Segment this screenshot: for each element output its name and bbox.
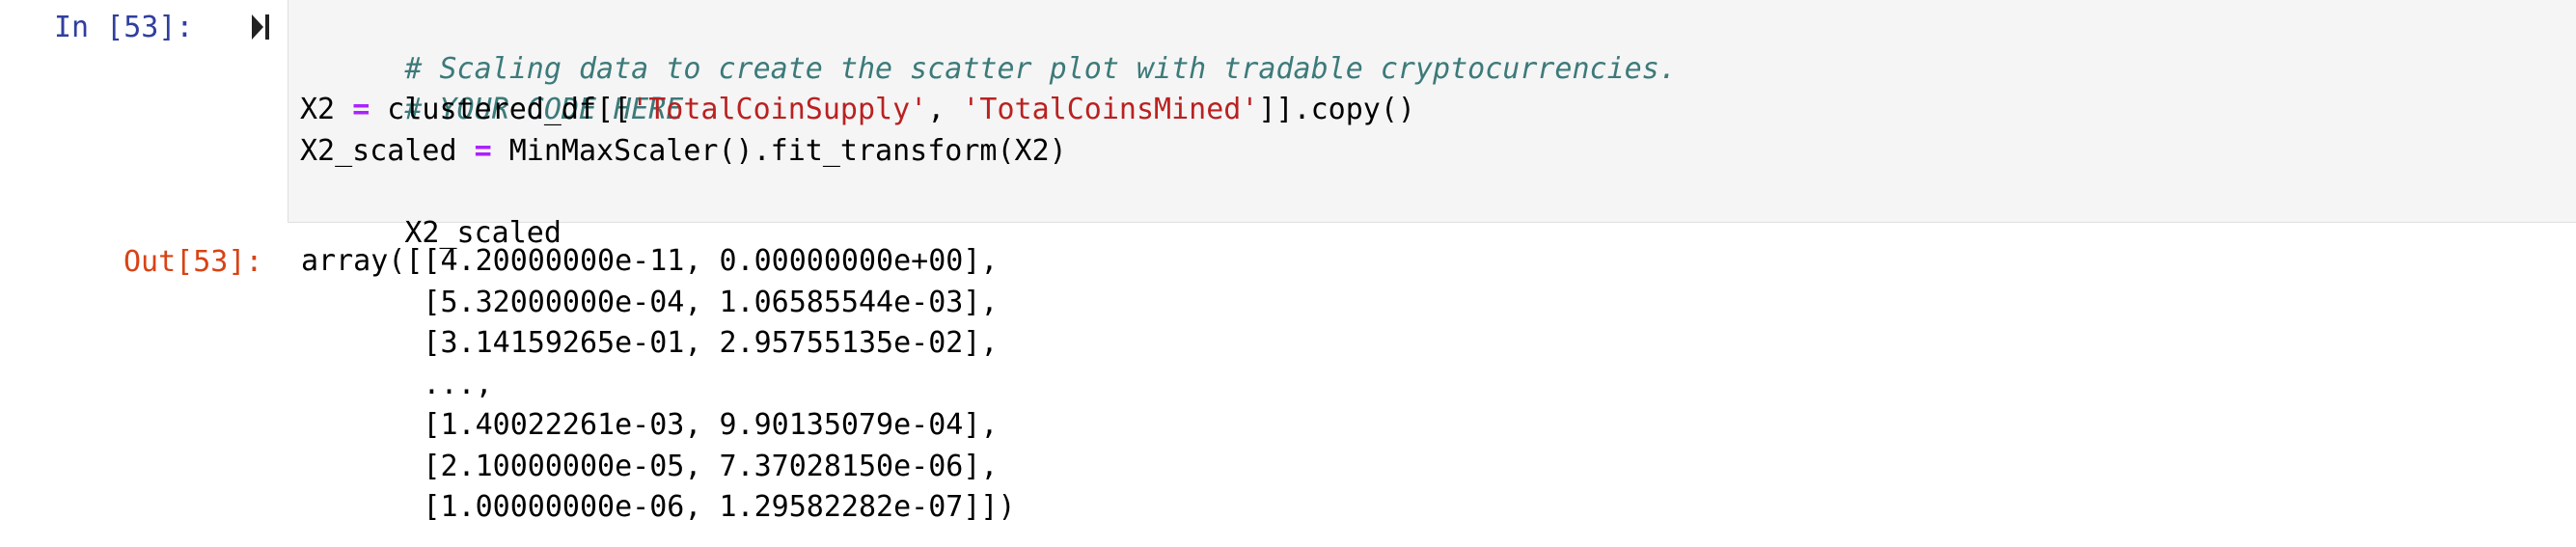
code-token: ]].copy() bbox=[1258, 93, 1415, 126]
output-line: [1.40022261e-03, 9.90135079e-04], bbox=[301, 408, 999, 442]
output-prompt: Out[53]: bbox=[123, 245, 263, 279]
code-string: 'TotalCoinsMined' bbox=[962, 93, 1259, 126]
output-line: ..., bbox=[301, 367, 493, 401]
code-input-editor[interactable]: # Scaling data to create the scatter plo… bbox=[288, 0, 2576, 250]
code-line-1: # Scaling data to create the scatter plo… bbox=[300, 8, 2576, 86]
code-string: 'TotalCoinSupply' bbox=[631, 93, 928, 126]
output-line: [3.14159265e-01, 2.95755135e-02], bbox=[301, 326, 999, 360]
notebook-cell: In [53]: # Scaling data to create the sc… bbox=[0, 0, 2576, 547]
output-line: [2.10000000e-05, 7.37028150e-06], bbox=[301, 449, 999, 483]
output-line: [1.00000000e-06, 1.29582282e-07]]) bbox=[301, 490, 1016, 524]
code-operator: = bbox=[474, 133, 492, 168]
cell-output: array([[4.20000000e-11, 0.00000000e+00],… bbox=[301, 241, 2520, 529]
code-operator: = bbox=[352, 93, 370, 126]
code-comment: # Scaling data to create the scatter plo… bbox=[404, 51, 1677, 86]
output-line: array([[4.20000000e-11, 0.00000000e+00], bbox=[301, 244, 999, 278]
code-token: X2_scaled bbox=[300, 133, 475, 168]
code-token: X2 bbox=[300, 93, 353, 126]
code-token: clustered_df[[ bbox=[370, 93, 632, 126]
output-line: [5.32000000e-04, 1.06585544e-03], bbox=[301, 285, 999, 319]
input-prompt: In [53]: bbox=[54, 11, 194, 44]
run-cell-button[interactable] bbox=[249, 11, 274, 43]
run-cell-icon bbox=[252, 14, 269, 40]
code-line-5: X2_scaled bbox=[300, 172, 2576, 250]
code-line-3: X2 = clustered_df[['TotalCoinSupply', 'T… bbox=[300, 90, 2576, 131]
code-token: MinMaxScaler().fit_transform(X2) bbox=[491, 133, 1067, 168]
code-token: , bbox=[927, 93, 963, 126]
code-line-4: X2_scaled = MinMaxScaler().fit_transform… bbox=[300, 131, 2576, 173]
